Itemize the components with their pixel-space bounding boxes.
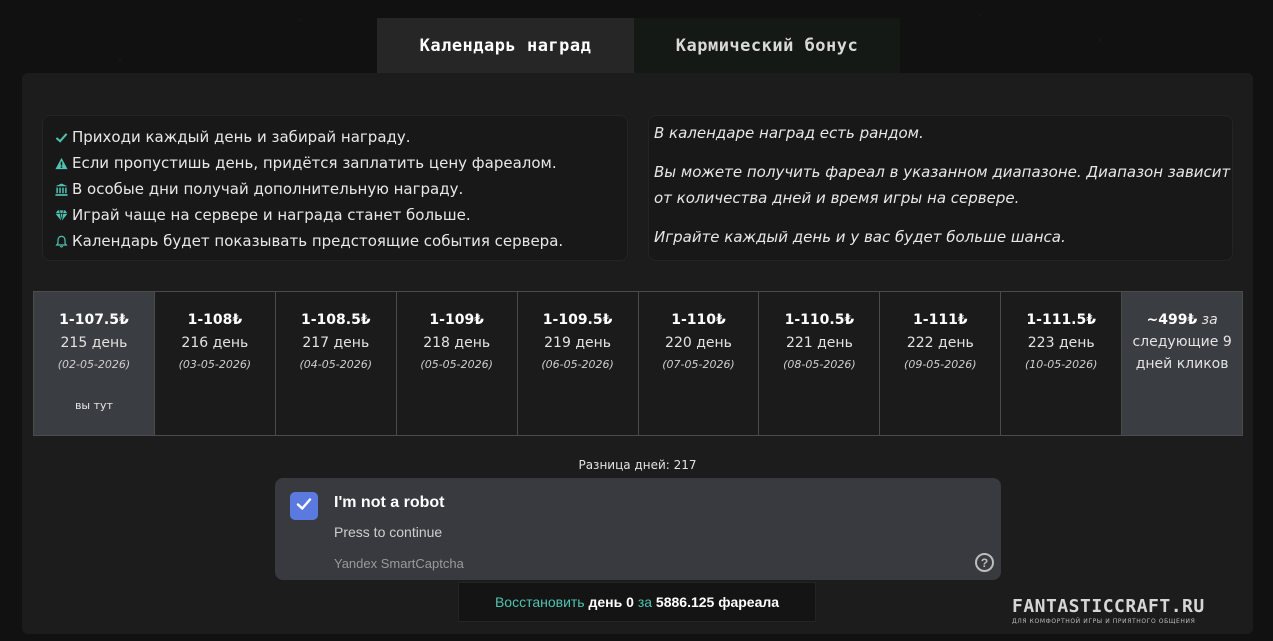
restore-action-label: Восстановить — [494, 594, 585, 610]
rule-item: Приходи каждый день и забирай награду. — [51, 124, 627, 150]
smartcaptcha-widget[interactable]: I'm not a robot Press to continue Yandex… — [275, 478, 1001, 580]
future-amount: ~499₺ — [1146, 312, 1198, 328]
tab-reward-calendar[interactable]: Календарь наград — [377, 18, 634, 73]
day-number: 222 день — [906, 335, 974, 351]
day-reward-amount: 1-111.5₺ — [1026, 312, 1096, 328]
main-panel: Приходи каждый день и забирай награду. Е… — [22, 73, 1253, 634]
restore-cost: 5886.125 фареала — [655, 594, 780, 610]
day-reward-amount: 1-110.5₺ — [784, 312, 855, 328]
rule-text: Календарь будет показывать предстоящие с… — [72, 232, 564, 250]
diamond-icon — [51, 209, 71, 222]
calendar-day: 1-109₺ 218 день (05-05-2026) — [396, 292, 518, 435]
rule-text: Если пропустишь день, придётся заплатить… — [72, 154, 557, 172]
calendar-day: 1-110₺ 220 день (07-05-2026) — [638, 292, 760, 435]
calendar-day: 1-111₺ 222 день (09-05-2026) — [880, 292, 1002, 435]
rule-item: Если пропустишь день, придётся заплатить… — [51, 150, 627, 176]
day-date: (03-05-2026) — [178, 358, 252, 371]
random-info-line: В календаре наград есть рандом. — [654, 124, 924, 142]
day-number: 221 день — [785, 335, 853, 351]
day-reward-amount: 1-108₺ — [187, 312, 243, 328]
captcha-brand[interactable]: Yandex SmartCaptcha — [334, 556, 464, 571]
watermark-tagline: ДЛЯ КОМФОРТНОЙ ИГРЫ И ПРИЯТНОГО ОБЩЕНИЯ — [1012, 618, 1196, 625]
captcha-checkbox[interactable] — [290, 492, 318, 520]
restore-za: за — [637, 594, 653, 610]
day-date: (04-05-2026) — [299, 358, 373, 371]
day-date: (07-05-2026) — [662, 358, 735, 371]
reward-calendar: 1-107.5₺ 215 день (02-05-2026) вы тут 1-… — [33, 291, 1243, 436]
day-number: 223 день — [1027, 335, 1095, 351]
rule-text: Играй чаще на сервере и награда станет б… — [72, 206, 471, 224]
calendar-day: 1-110.5₺ 221 день (08-05-2026) — [759, 292, 881, 435]
future-text: следующие 9 дней кликов — [1132, 334, 1232, 372]
captcha-title: I'm not a robot — [334, 494, 445, 511]
day-reward-amount: 1-111₺ — [913, 312, 968, 328]
bell-icon — [51, 235, 71, 248]
day-reward-amount: 1-109₺ — [429, 312, 484, 328]
watermark-logo: FANTASTICCRAFT.RU — [1012, 596, 1205, 617]
random-info-box: В календаре наград есть рандом. Вы может… — [648, 115, 1233, 261]
rule-item: Играй чаще на сервере и награда станет б… — [51, 202, 627, 228]
captcha-subtitle: Press to continue — [334, 524, 443, 540]
tab-bar: Календарь наград Кармический бонус — [377, 18, 900, 73]
day-date: (02-05-2026) — [57, 358, 131, 371]
day-date: (08-05-2026) — [783, 358, 856, 371]
day-date: (06-05-2026) — [541, 358, 614, 371]
random-info-line: Вы можете получить фареал в указанном ди… — [654, 163, 1231, 207]
checkmark-icon — [295, 495, 313, 517]
calendar-day-current[interactable]: 1-107.5₺ 215 день (02-05-2026) вы тут — [34, 292, 155, 435]
rule-text: Приходи каждый день и забирай награду. — [72, 128, 411, 146]
restore-button[interactable]: Восстановить день 0 за 5886.125 фареала — [458, 582, 816, 622]
rule-item: В особые дни получай дополнительную нагр… — [51, 176, 627, 202]
day-number: 215 день — [60, 335, 128, 351]
day-number: 216 день — [181, 335, 249, 351]
day-reward-amount: 1-109.5₺ — [542, 312, 613, 328]
warning-icon — [51, 157, 71, 170]
calendar-day: 1-111.5₺ 223 день (10-05-2026) — [1001, 292, 1123, 435]
calendar-day: 1-109.5₺ 219 день (06-05-2026) — [517, 292, 639, 435]
future-za: за — [1201, 312, 1218, 328]
day-reward-amount: 1-110₺ — [671, 312, 726, 328]
check-icon — [51, 131, 71, 144]
day-reward-amount: 1-108.5₺ — [300, 312, 371, 328]
rule-text: В особые дни получай дополнительную нагр… — [72, 180, 464, 198]
day-number: 217 день — [302, 335, 370, 351]
calendar-day: 1-108₺ 216 день (03-05-2026) — [154, 292, 276, 435]
day-number: 220 день — [665, 335, 732, 351]
rules-box: Приходи каждый день и забирай награду. Е… — [42, 115, 628, 261]
day-date: (05-05-2026) — [420, 358, 493, 371]
restore-day: день 0 — [588, 594, 634, 610]
current-day-label: вы тут — [74, 399, 113, 412]
calendar-future-summary: ~499₺ за следующие 9 дней кликов — [1122, 292, 1243, 435]
day-number: 219 день — [544, 335, 612, 351]
random-info-line: Играйте каждый день и у вас будет больше… — [654, 228, 1066, 246]
day-difference-label: Разница дней: 217 — [578, 458, 697, 472]
day-date: (09-05-2026) — [904, 358, 977, 371]
rule-item: Календарь будет показывать предстоящие с… — [51, 228, 627, 254]
site-watermark: FANTASTICCRAFT.RU ДЛЯ КОМФОРТНОЙ ИГРЫ И … — [1012, 596, 1205, 625]
day-date: (10-05-2026) — [1024, 358, 1098, 371]
tab-karmic-bonus[interactable]: Кармический бонус — [634, 18, 900, 73]
day-reward-amount: 1-107.5₺ — [59, 312, 129, 328]
day-number: 218 день — [423, 335, 491, 351]
help-icon[interactable]: ? — [975, 553, 994, 572]
bank-icon — [51, 182, 71, 196]
calendar-day: 1-108.5₺ 217 день (04-05-2026) — [275, 292, 397, 435]
